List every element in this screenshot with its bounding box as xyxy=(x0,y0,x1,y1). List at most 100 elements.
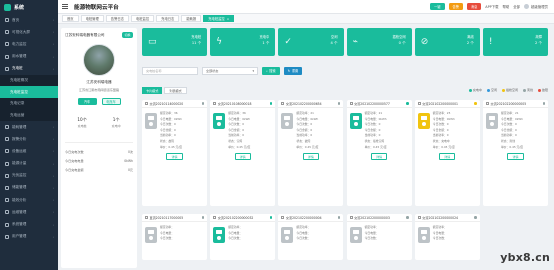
pile-checkbox[interactable] xyxy=(281,102,285,105)
app-download-link[interactable]: APP下载 xyxy=(485,4,498,9)
tab-6[interactable]: 充电桩监控 × xyxy=(203,15,235,22)
field-label: 当前功率： xyxy=(501,133,515,138)
sidebar-item2-9[interactable]: 用户管理 › xyxy=(0,231,58,243)
tab-3[interactable]: 电桩监控 xyxy=(130,15,155,22)
pile-id: 交流202102200000001 xyxy=(422,102,459,106)
field-label: 状态： xyxy=(228,138,237,143)
summary-card-1[interactable]: ϟ 充电中 1 个 xyxy=(210,28,276,56)
pile-card[interactable]: 交流202102200000024 额定功率： 今日电量： 今日次数： xyxy=(414,214,480,260)
field-value: 36 xyxy=(174,111,178,115)
alarm-button[interactable]: 告警 xyxy=(448,3,463,10)
search-button[interactable]: ⌕ 搜索 xyxy=(262,66,280,75)
sidebar-item2-7[interactable]: 运维管理 › xyxy=(0,206,58,218)
sidebar-subitem-1[interactable]: 充电桩监控 xyxy=(0,86,58,98)
pile-checkbox[interactable] xyxy=(213,216,217,219)
logo-icon xyxy=(4,3,11,11)
menu-toggle-icon[interactable] xyxy=(62,4,68,9)
pile-checkbox[interactable] xyxy=(417,102,421,105)
pile-id: 交流20210114000020 xyxy=(149,102,184,106)
summary-card-3[interactable]: ⌁ 插枪空闲 0 个 xyxy=(346,28,412,56)
reset-button[interactable]: ↻ 重置 xyxy=(283,66,303,75)
pile-checkbox[interactable] xyxy=(145,102,148,105)
detail-button[interactable]: 详情 xyxy=(166,153,183,161)
help-link[interactable]: 帮助 xyxy=(502,4,509,9)
summary-card-2[interactable]: ✓ 空闲 4 个 xyxy=(278,28,344,56)
pile-card[interactable]: 交流202102200000654 额定功率：21 今日电量：0kWh 今日次数：0 今… xyxy=(278,100,344,206)
pile-checkbox[interactable] xyxy=(349,216,353,219)
detail-button[interactable]: 详情 xyxy=(234,153,251,161)
tab-0[interactable]: 首页 xyxy=(62,15,79,22)
pile-checkbox[interactable] xyxy=(281,216,285,219)
field-value: 0kWh xyxy=(515,116,523,121)
sidebar-item2-5[interactable]: 储能管理 › xyxy=(0,182,58,194)
pile-card[interactable]: 交流202102200000003 额定功率： 今日电量： 今日次数： xyxy=(346,214,412,260)
pile-header: 交流20210114000020 xyxy=(142,100,207,108)
pile-checkbox[interactable] xyxy=(417,216,421,219)
tab-label: 充电日志 xyxy=(161,17,175,21)
pile-card[interactable]: 交流20210114000020 额定功率：36 今日电量：0kWh 今日次数：0 今日… xyxy=(142,100,207,206)
field-label: 今日电量： xyxy=(364,116,379,121)
pile-name-input[interactable]: 充电桩名称 xyxy=(142,66,198,75)
ebike-filter-button[interactable]: 电瓶车 xyxy=(101,98,121,105)
pile-id: 交流202102200000577 xyxy=(354,102,390,106)
pile-header: 交流202102200000654 xyxy=(278,100,344,108)
sidebar-item2-2[interactable]: 设备运维 › xyxy=(0,145,58,157)
detail-button[interactable]: 详情 xyxy=(507,153,524,161)
legend-item: 故障 xyxy=(537,88,548,92)
list-view-button[interactable]: 列表模式 xyxy=(164,86,187,94)
summary-card-0[interactable]: ▭ 充电桩 11 个 xyxy=(142,28,208,56)
charger-icon xyxy=(349,227,362,243)
pile-card[interactable]: 交流202102200000005 额定功率：21 今日电量：0kWh 今日次数：0 今… xyxy=(483,100,548,206)
pile-card[interactable]: 交流20210108000018 额定功率：36 今日电量：0kWh 今日次数：0 今日… xyxy=(210,100,276,206)
summary-card-4[interactable]: ⊘ 离线 2 个 xyxy=(414,28,480,56)
sidebar-item2-3[interactable]: 能源计量 › xyxy=(0,158,58,170)
scope-select[interactable]: 全部 xyxy=(513,4,520,9)
bolt-icon: ϟ xyxy=(216,37,223,47)
field-label: 额定功率： xyxy=(364,225,379,229)
detail-button[interactable]: 详情 xyxy=(371,153,388,161)
pile-checkbox[interactable] xyxy=(213,102,217,105)
sidebar-subitem-2[interactable]: 充电记录 xyxy=(0,98,58,110)
sidebar-item2-0[interactable]: 能耗管理 › xyxy=(0,121,58,133)
switch-station-button[interactable]: 切换 xyxy=(121,32,133,38)
pile-card[interactable]: 交流202102200000001 额定功率：25 今日电量：0kWh 今日次数：0 今… xyxy=(414,100,480,206)
close-icon[interactable]: × xyxy=(227,17,230,21)
status-select[interactable]: 全部状态 ▾ xyxy=(202,66,258,75)
tab-4[interactable]: 充电日志 xyxy=(156,15,180,22)
sidebar-subitem-0[interactable]: 充电桩概况 xyxy=(0,75,58,87)
sidebar-subitem-3[interactable]: 充电运营 xyxy=(0,109,58,121)
pile-card[interactable]: 交流202102200000032 额定功率： 今日电量： 今日次数： xyxy=(210,214,276,260)
sidebar-item2-4[interactable]: 光伏监控 › xyxy=(0,170,58,182)
pile-card[interactable]: 直流20210117000005 额定功率： 今日电量： 今日次数： xyxy=(142,214,207,260)
sidebar-item2-6[interactable]: 能效分析 › xyxy=(0,194,58,206)
card-view-button[interactable]: 卡片模式 xyxy=(142,86,163,94)
screen-icon xyxy=(5,30,9,35)
detail-button[interactable]: 详情 xyxy=(302,153,319,161)
tab-1[interactable]: 电桩管理 xyxy=(80,15,104,22)
user-menu[interactable]: 超级管理员 xyxy=(524,4,548,9)
summary-card-5[interactable]: ! 故障 2 个 xyxy=(482,28,549,56)
tab-5[interactable]: 能耗报 xyxy=(181,15,202,22)
sidebar-item-0[interactable]: 首页 › xyxy=(0,14,58,26)
message-button[interactable]: 消息 xyxy=(466,3,482,10)
tab-2[interactable]: 告警日志 xyxy=(105,15,129,22)
field-label: 今日电量： xyxy=(160,230,174,235)
pile-header: 直流20210117000005 xyxy=(142,214,207,222)
pile-checkbox[interactable] xyxy=(145,216,148,219)
sidebar-item2-8[interactable]: 系统管理 › xyxy=(0,218,58,230)
pile-card[interactable]: 交流202102200000577 额定功率：21 今日电量：0kWh 今日次数：0 今… xyxy=(346,100,412,206)
quick-button[interactable]: 一键 xyxy=(430,3,445,10)
pile-checkbox[interactable] xyxy=(486,102,489,105)
detail-button[interactable]: 详情 xyxy=(439,153,456,161)
sidebar-item2-1[interactable]: 报警分析 › xyxy=(0,133,58,145)
field-label: 今日金额： xyxy=(364,127,379,132)
pile-checkbox[interactable] xyxy=(349,102,353,105)
field-value: 故障 xyxy=(168,138,175,143)
pile-card[interactable]: 交流202102200000004 额定功率： 今日电量： 今日次数： xyxy=(278,214,344,260)
sidebar-item-1[interactable]: 可视化大屏 › xyxy=(0,26,58,38)
today-amount-row: 今日充电金额 0元 xyxy=(65,168,133,172)
car-filter-button[interactable]: 汽车 xyxy=(77,98,97,105)
sidebar-item-3[interactable]: 用水管理 › xyxy=(0,51,58,63)
sidebar-item-2[interactable]: 电力监控 › xyxy=(0,38,58,50)
sidebar-item-4[interactable]: 充电桩 › xyxy=(0,63,58,75)
